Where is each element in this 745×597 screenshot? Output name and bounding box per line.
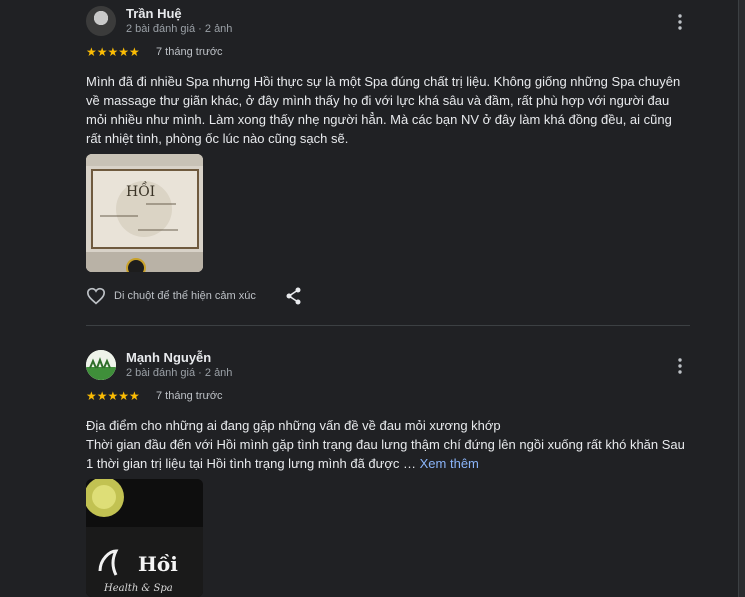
photo-sign-subtitle: Health & Spa [103, 583, 173, 594]
photo-sign-text: Hồi [138, 552, 178, 576]
review-card: Mạnh Nguyễn 2 bài đánh giá · 2 ảnh ★★★★★… [86, 348, 690, 597]
review-text: Mình đã đi nhiều Spa nhưng Hồi thực sự l… [86, 72, 690, 148]
review-time: 7 tháng trước [156, 46, 223, 58]
reaction-hint: Di chuột để thể hiện cảm xúc [114, 290, 256, 302]
rating-row: ★★★★★ 7 tháng trước [86, 389, 690, 411]
more-vert-icon [678, 14, 682, 30]
review-body-text: Thời gian đầu đến với Hồi mình gặp tình … [86, 437, 685, 471]
spa-sign-image: HỒI [86, 154, 203, 272]
review-body: Mình đã đi nhiều Spa nhưng Hồi thực sự l… [86, 74, 681, 146]
review-actions: Di chuột để thể hiện cảm xúc [86, 287, 386, 307]
more-vert-icon [678, 358, 682, 374]
review-body-line: Địa điểm cho những ai đang gặp những vấn… [86, 418, 501, 433]
reviewer-name[interactable]: Trần Huệ [126, 6, 182, 21]
more-options-button[interactable] [668, 10, 692, 34]
review-time: 7 tháng trước [156, 390, 223, 402]
share-icon[interactable] [286, 287, 302, 305]
review-header: Trần Huệ 2 bài đánh giá · 2 ảnh [86, 4, 690, 38]
scrollbar[interactable] [738, 0, 745, 597]
see-more-link[interactable]: Xem thêm [420, 456, 479, 471]
more-options-button[interactable] [668, 354, 692, 378]
heart-icon[interactable] [86, 287, 106, 305]
reviewer-name[interactable]: Mạnh Nguyễn [126, 350, 211, 365]
divider [86, 325, 690, 326]
review-card: Trần Huệ 2 bài đánh giá · 2 ảnh ★★★★★ 7 … [86, 4, 690, 305]
rating-row: ★★★★★ 7 tháng trước [86, 45, 690, 67]
reviewer-meta: 2 bài đánh giá · 2 ảnh [126, 23, 233, 35]
reviews-panel: Trần Huệ 2 bài đánh giá · 2 ảnh ★★★★★ 7 … [0, 0, 745, 597]
spa-logo-image: Hồi Health & Spa [86, 479, 203, 597]
review-photo[interactable]: Hồi Health & Spa [86, 479, 203, 597]
review-body-line: Thời gian đầu đến với Hồi mình gặp tình … [86, 435, 690, 473]
review-header: Mạnh Nguyễn 2 bài đánh giá · 2 ảnh [86, 348, 690, 382]
star-rating: ★★★★★ [86, 389, 140, 403]
reviewer-meta: 2 bài đánh giá · 2 ảnh [126, 367, 233, 379]
review-photo[interactable]: HỒI [86, 154, 203, 272]
avatar-image [86, 350, 116, 380]
avatar[interactable] [86, 350, 116, 380]
star-rating: ★★★★★ [86, 45, 140, 59]
review-text: Địa điểm cho những ai đang gặp những vấn… [86, 416, 690, 473]
avatar[interactable] [86, 6, 116, 36]
